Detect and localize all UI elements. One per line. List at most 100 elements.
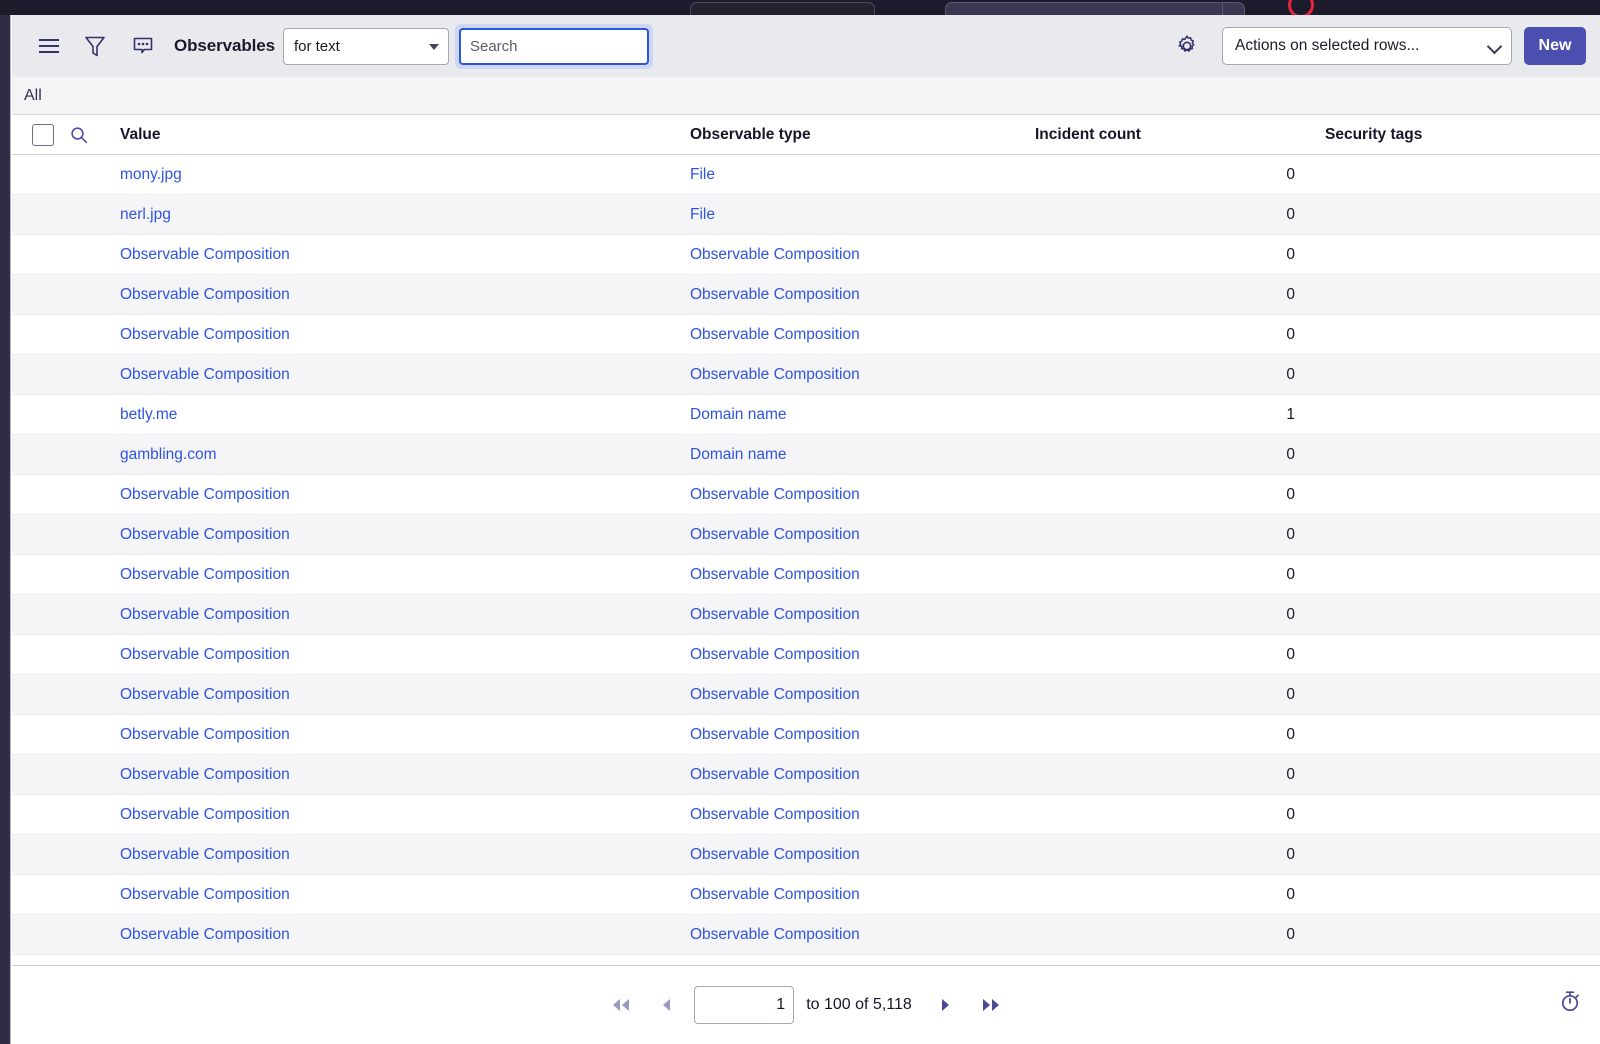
- table-row[interactable]: Observable Composition Observable Composi…: [12, 675, 1600, 715]
- table-row[interactable]: Observable Composition Observable Composi…: [12, 315, 1600, 355]
- observable-type-link[interactable]: Observable Composition: [690, 366, 860, 383]
- filter-funnel-icon[interactable]: [78, 29, 112, 63]
- observable-type-link[interactable]: Observable Composition: [690, 686, 860, 703]
- page-number-input[interactable]: [694, 986, 795, 1024]
- stopwatch-icon[interactable]: [1560, 990, 1580, 1012]
- gear-icon[interactable]: [1170, 29, 1204, 63]
- chrome-divider: [1222, 2, 1223, 15]
- incident-count-value: 0: [1286, 845, 1295, 863]
- observable-type-link[interactable]: Domain name: [690, 406, 787, 423]
- observable-type-link[interactable]: Observable Composition: [690, 326, 860, 343]
- observable-type-link[interactable]: Observable Composition: [690, 726, 860, 743]
- table-row[interactable]: Observable Composition Observable Composi…: [12, 555, 1600, 595]
- observable-type-link[interactable]: Observable Composition: [690, 646, 860, 663]
- observable-value-link[interactable]: Observable Composition: [120, 606, 290, 623]
- observable-value-link[interactable]: Observable Composition: [120, 486, 290, 503]
- next-page-button[interactable]: [922, 988, 968, 1022]
- cell-incident-count: 0: [1035, 486, 1325, 504]
- table-row[interactable]: Observable Composition Observable Composi…: [12, 915, 1600, 955]
- pager: to 100 of 5,118: [598, 986, 1014, 1024]
- observable-value-link[interactable]: Observable Composition: [120, 806, 290, 823]
- header-cell-count: Incident count: [1035, 126, 1325, 144]
- previous-page-button[interactable]: [644, 988, 690, 1022]
- new-button[interactable]: New: [1524, 27, 1586, 65]
- observable-value-link[interactable]: Observable Composition: [120, 846, 290, 863]
- table-row[interactable]: Observable Composition Observable Composi…: [12, 755, 1600, 795]
- first-page-button[interactable]: [598, 988, 644, 1022]
- window-chrome-strip: [0, 0, 1600, 15]
- record-indicator-icon: [1288, 0, 1314, 15]
- observable-value-link[interactable]: Observable Composition: [120, 566, 290, 583]
- observable-value-link[interactable]: Observable Composition: [120, 926, 290, 943]
- observable-value-link[interactable]: mony.jpg: [120, 166, 182, 183]
- last-page-button[interactable]: [968, 988, 1014, 1022]
- cell-value: Observable Composition: [120, 366, 690, 384]
- cell-incident-count: 0: [1035, 606, 1325, 624]
- observable-type-link[interactable]: Observable Composition: [690, 766, 860, 783]
- observable-value-link[interactable]: Observable Composition: [120, 886, 290, 903]
- observable-type-link[interactable]: Observable Composition: [690, 846, 860, 863]
- left-nav-rail[interactable]: [0, 15, 11, 1044]
- table-row[interactable]: Observable Composition Observable Composi…: [12, 595, 1600, 635]
- table-row[interactable]: mony.jpg File 0: [12, 155, 1600, 195]
- cell-incident-count: 0: [1035, 766, 1325, 784]
- observable-type-link[interactable]: Observable Composition: [690, 486, 860, 503]
- observable-value-link[interactable]: gambling.com: [120, 446, 217, 463]
- observable-type-link[interactable]: Observable Composition: [690, 286, 860, 303]
- observable-value-link[interactable]: Observable Composition: [120, 726, 290, 743]
- table-row[interactable]: Observable Composition Observable Composi…: [12, 715, 1600, 755]
- hamburger-menu-icon[interactable]: [32, 29, 66, 63]
- table-row[interactable]: Observable Composition Observable Composi…: [12, 515, 1600, 555]
- observable-value-link[interactable]: Observable Composition: [120, 766, 290, 783]
- cell-observable-type: Observable Composition: [690, 926, 1035, 944]
- table-row[interactable]: Observable Composition Observable Composi…: [12, 475, 1600, 515]
- table-row[interactable]: Observable Composition Observable Composi…: [12, 635, 1600, 675]
- table-row[interactable]: betly.me Domain name 1: [12, 395, 1600, 435]
- table-row[interactable]: Observable Composition Observable Composi…: [12, 875, 1600, 915]
- column-header-label: Incident count: [1035, 125, 1141, 143]
- cell-observable-type: Domain name: [690, 446, 1035, 464]
- observable-type-link[interactable]: Observable Composition: [690, 606, 860, 623]
- observable-value-link[interactable]: Observable Composition: [120, 246, 290, 263]
- table-row[interactable]: Observable Composition Observable Composi…: [12, 275, 1600, 315]
- observable-type-link[interactable]: File: [690, 166, 715, 183]
- bulk-actions-select[interactable]: Actions on selected rows...: [1222, 27, 1512, 65]
- observable-type-link[interactable]: Observable Composition: [690, 806, 860, 823]
- tab-all[interactable]: All: [12, 77, 52, 114]
- observable-type-link[interactable]: Observable Composition: [690, 246, 860, 263]
- observable-type-link[interactable]: Domain name: [690, 446, 787, 463]
- table-row[interactable]: Observable Composition Observable Composi…: [12, 795, 1600, 835]
- table-row[interactable]: gambling.com Domain name 0: [12, 435, 1600, 475]
- observable-value-link[interactable]: Observable Composition: [120, 526, 290, 543]
- comment-bubble-icon[interactable]: [126, 29, 160, 63]
- observable-value-link[interactable]: nerl.jpg: [120, 206, 171, 223]
- column-search-icon[interactable]: [70, 126, 88, 144]
- table-row[interactable]: nerl.jpg File 0: [12, 195, 1600, 235]
- observable-type-link[interactable]: Observable Composition: [690, 566, 860, 583]
- cell-observable-type: Domain name: [690, 406, 1035, 424]
- chrome-address-pill: [945, 2, 1245, 15]
- table-row[interactable]: Observable Composition Observable Composi…: [12, 235, 1600, 275]
- observable-type-link[interactable]: Observable Composition: [690, 926, 860, 943]
- cell-observable-type: Observable Composition: [690, 326, 1035, 344]
- observable-value-link[interactable]: Observable Composition: [120, 646, 290, 663]
- table-row[interactable]: Observable Composition Observable Composi…: [12, 835, 1600, 875]
- incident-count-value: 0: [1286, 925, 1295, 943]
- incident-count-value: 0: [1286, 725, 1295, 743]
- cell-observable-type: Observable Composition: [690, 726, 1035, 744]
- observable-type-link[interactable]: File: [690, 206, 715, 223]
- observable-type-link[interactable]: Observable Composition: [690, 886, 860, 903]
- table-row[interactable]: Observable Composition Observable Composi…: [12, 355, 1600, 395]
- observable-value-link[interactable]: Observable Composition: [120, 686, 290, 703]
- observable-value-link[interactable]: Observable Composition: [120, 286, 290, 303]
- observable-value-link[interactable]: Observable Composition: [120, 366, 290, 383]
- search-input[interactable]: [458, 27, 649, 65]
- cell-observable-type: Observable Composition: [690, 486, 1035, 504]
- cell-incident-count: 0: [1035, 206, 1325, 224]
- search-scope-select[interactable]: for text: [282, 27, 449, 65]
- incident-count-value: 0: [1286, 885, 1295, 903]
- observable-type-link[interactable]: Observable Composition: [690, 526, 860, 543]
- observable-value-link[interactable]: Observable Composition: [120, 326, 290, 343]
- observable-value-link[interactable]: betly.me: [120, 406, 177, 423]
- select-all-checkbox[interactable]: [32, 123, 54, 146]
